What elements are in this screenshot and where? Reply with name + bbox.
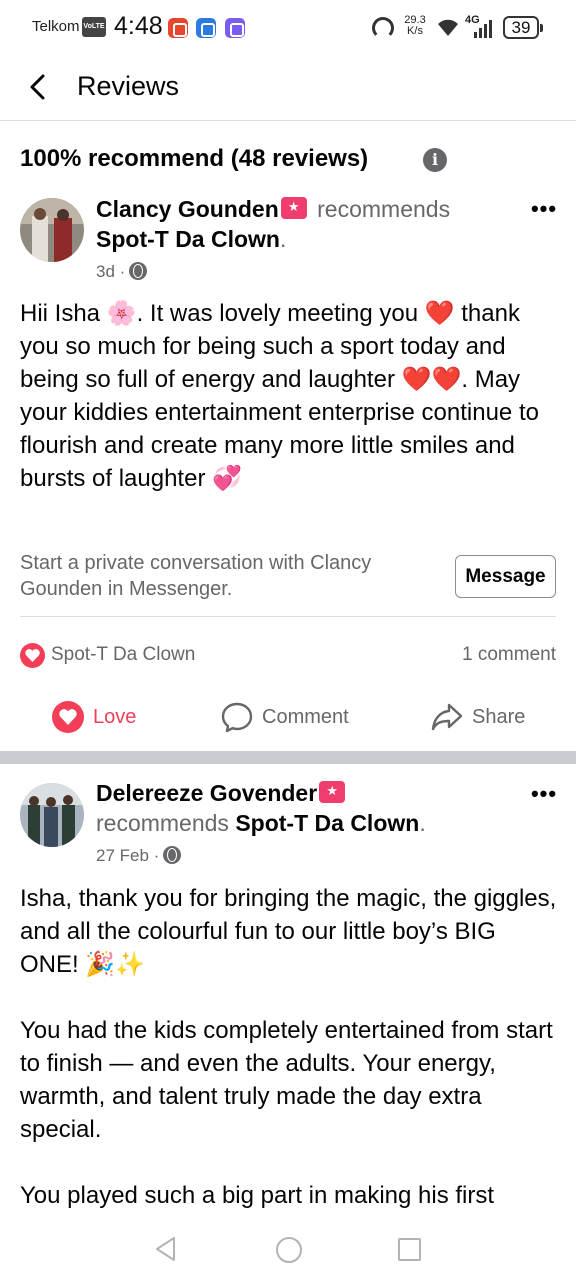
more-options-button[interactable]: ••• [526,198,562,223]
card-separator [0,751,576,764]
top-fan-badge-icon [280,197,307,219]
page-title: Reviews [77,71,180,101]
message-prompt: Start a private conversation with Clancy… [20,552,372,600]
notification-app-icon [225,18,245,38]
top-fan-badge-icon [319,781,346,803]
review-meta: 27 Feb · [96,846,182,866]
author-name[interactable]: Clancy Gounden [96,196,279,222]
divider [20,616,556,617]
review-meta: 3d · [96,262,148,282]
recommends-label: recommends [317,196,451,222]
review-header: Delereeze Govender recommends Spot-T Da C… [96,778,496,838]
review-text: Isha, thank you for bringing the magic, … [20,885,557,1209]
comment-bubble-icon [221,702,253,733]
system-nav-bar [0,1218,576,1280]
carrier-label: Telkom [32,18,80,35]
recommend-summary: 100% recommend (48 reviews) [20,145,369,172]
nav-recents-icon[interactable] [398,1238,421,1261]
action-bar: Love Comment Share [0,695,576,739]
battery-icon: 39 [503,16,543,39]
heart-icon [52,701,84,733]
status-bar: Telkom VoLTE 4:48 29.3 K/s 4G 39 [0,0,576,56]
top-app-bar: Reviews [0,56,576,121]
reaction-names[interactable]: Spot-T Da Clown [51,644,195,666]
notification-app-icon [168,18,188,38]
post-time: 3d [96,262,115,281]
post-time: 27 Feb [96,846,149,865]
avatar[interactable] [20,783,84,847]
wifi-icon [438,19,458,36]
reactions-row[interactable]: Spot-T Da Clown 1 comment [20,643,556,669]
page-name[interactable]: Spot-T Da Clown [96,226,280,252]
info-icon[interactable]: i [423,148,447,172]
globe-icon [163,846,182,864]
recommends-label: recommends [96,810,229,836]
review-header: Clancy Gounden recommends Spot-T Da Clown… [96,194,496,254]
more-options-button[interactable]: ••• [526,783,562,808]
page-name[interactable]: Spot-T Da Clown [235,810,419,836]
message-button[interactable]: Message [455,555,556,598]
author-name[interactable]: Delereeze Govender [96,780,317,806]
nav-home-icon[interactable] [276,1237,302,1263]
signal-icon [474,20,492,38]
back-button[interactable] [22,70,56,104]
chevron-left-icon [30,74,45,100]
speedometer-icon [372,17,394,39]
volte-icon: VoLTE [82,17,106,37]
avatar[interactable] [20,198,84,262]
network-speed: 29.3 K/s [404,14,426,37]
globe-icon [129,262,148,280]
nav-back-icon[interactable] [152,1235,180,1263]
share-arrow-icon [431,703,463,731]
love-reaction-icon [20,643,45,668]
review-text: Hii Isha 🌸. It was lovely meeting you ❤️… [20,300,539,492]
comment-count[interactable]: 1 comment [462,644,556,666]
notification-app-icon [196,18,216,38]
clock: 4:48 [114,12,163,40]
